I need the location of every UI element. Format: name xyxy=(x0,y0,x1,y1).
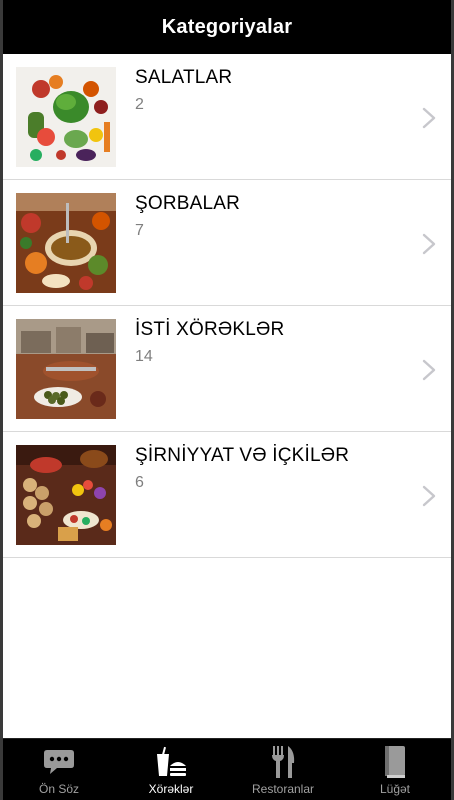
category-thumbnail xyxy=(16,445,116,545)
tab-on-soz[interactable]: Ön Söz xyxy=(3,739,115,800)
category-row-soups[interactable]: ŞORBALAR 7 xyxy=(3,180,451,306)
tab-xorekler[interactable]: Xörəklər xyxy=(115,739,227,800)
category-count: 2 xyxy=(135,96,144,113)
tab-label: Lüğət xyxy=(379,782,411,796)
category-title: İSTİ XÖRƏKLƏR xyxy=(135,319,285,340)
category-title: ŞİRNİYYAT VƏ İÇKİLƏR xyxy=(135,445,350,466)
category-count: 7 xyxy=(135,222,144,239)
category-count: 14 xyxy=(135,348,153,365)
category-row-sweets-drinks[interactable]: ŞİRNİYYAT VƏ İÇKİLƏR 6 xyxy=(3,432,451,558)
tab-bar: Ön Söz Xörəklər Restoranlar Lüğət xyxy=(3,738,451,800)
category-title: ŞORBALAR xyxy=(135,193,241,214)
category-row-salads[interactable]: SALATLAR 2 xyxy=(3,54,451,180)
chevron-right-icon xyxy=(422,485,436,507)
category-thumbnail xyxy=(16,193,116,293)
chevron-right-icon xyxy=(422,359,436,381)
speech-bubble-icon xyxy=(42,745,76,779)
category-row-hot-dishes[interactable]: İSTİ XÖRƏKLƏR 14 xyxy=(3,306,451,432)
food-drink-icon xyxy=(154,745,188,779)
tab-restoranlar[interactable]: Restoranlar xyxy=(227,739,339,800)
tab-luget[interactable]: Lüğət xyxy=(339,739,451,800)
chevron-right-icon xyxy=(422,233,436,255)
category-title: SALATLAR xyxy=(135,67,233,88)
category-thumbnail xyxy=(16,319,116,419)
category-list: SALATLAR 2 ŞORBALAR 7 İSTİ XÖRƏKLƏR 14 Ş… xyxy=(3,54,451,558)
navigation-bar: Kategoriyalar xyxy=(3,0,451,54)
tab-label: Xörəklər xyxy=(148,782,194,796)
category-thumbnail xyxy=(16,67,116,167)
tab-label: Restoranlar xyxy=(251,782,315,796)
chevron-right-icon xyxy=(422,107,436,129)
fork-knife-icon xyxy=(266,745,300,779)
category-count: 6 xyxy=(135,474,144,491)
tab-label: Ön Söz xyxy=(38,782,80,796)
page-title: Kategoriyalar xyxy=(161,15,293,38)
book-icon xyxy=(378,745,412,779)
